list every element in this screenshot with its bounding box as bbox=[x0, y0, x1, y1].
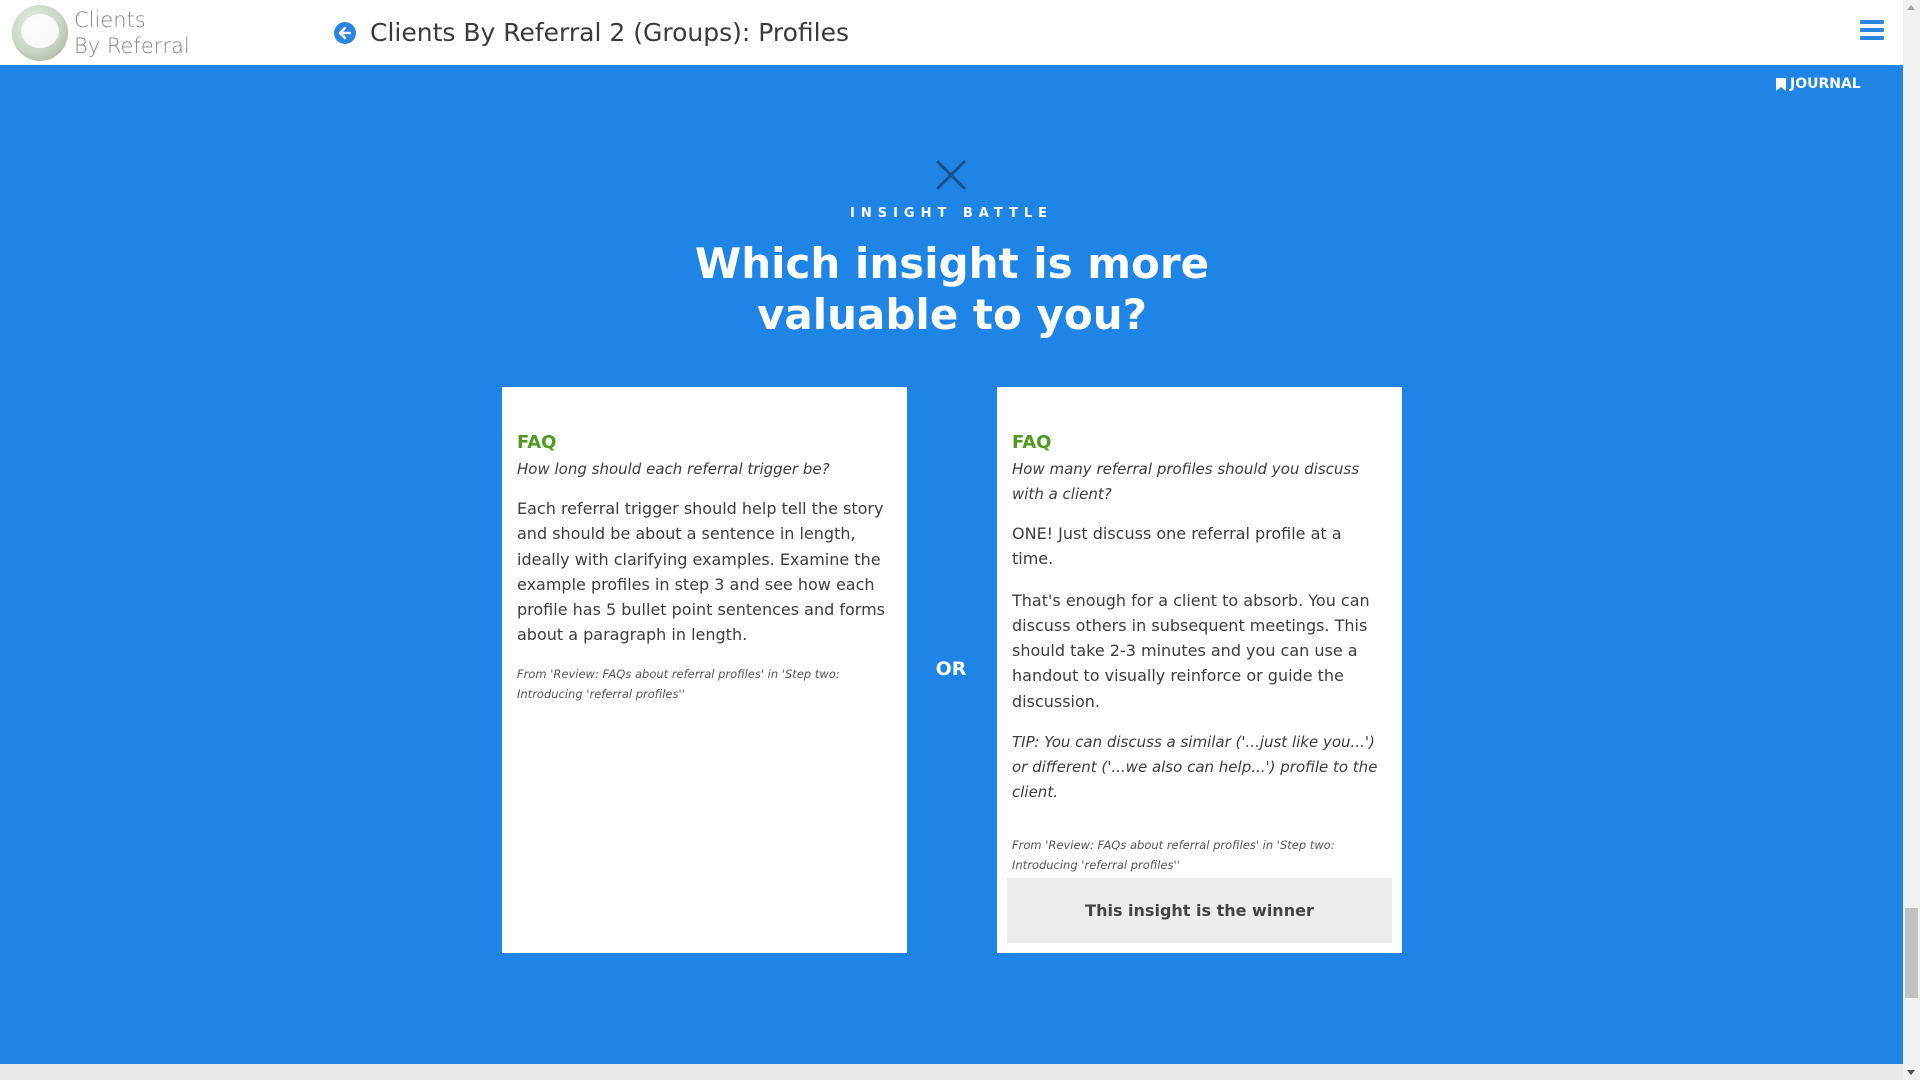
scroll-down-arrow-icon[interactable] bbox=[1907, 1070, 1915, 1075]
brand-name-line1: Clients bbox=[74, 8, 146, 32]
insight-card-right[interactable]: FAQ How many referral profiles should yo… bbox=[997, 387, 1402, 953]
back-button[interactable] bbox=[334, 22, 356, 44]
faq-label: FAQ bbox=[517, 432, 557, 453]
journal-link[interactable]: JOURNAL bbox=[1776, 76, 1861, 92]
brand-logo[interactable]: Clients By Referral bbox=[12, 5, 190, 61]
insight-card-left[interactable]: FAQ How long should each referral trigge… bbox=[502, 387, 907, 953]
top-header: Clients By Referral Clients By Referral … bbox=[0, 0, 1903, 65]
app-viewport: Clients By Referral Clients By Referral … bbox=[0, 0, 1920, 1080]
scroll-up-arrow-icon[interactable] bbox=[1907, 5, 1915, 10]
faq-answer: Each referral trigger should help tell t… bbox=[517, 499, 886, 645]
brand-name: Clients By Referral bbox=[74, 7, 190, 59]
close-button[interactable] bbox=[936, 160, 966, 190]
scroll-thumb[interactable] bbox=[1905, 908, 1918, 998]
close-icon bbox=[936, 160, 966, 190]
arrow-left-circle-icon bbox=[338, 26, 352, 40]
speech-bubble-logo-icon bbox=[12, 5, 68, 61]
footer-strip bbox=[0, 1064, 1903, 1080]
battle-heading: Which insight is more valuable to you? bbox=[694, 239, 1210, 339]
faq-source: From 'Review: FAQs about referral profil… bbox=[517, 666, 840, 701]
hamburger-menu-button[interactable] bbox=[1860, 20, 1884, 42]
winner-button[interactable]: This insight is the winner bbox=[1007, 878, 1392, 943]
brand-name-line2: By Referral bbox=[74, 34, 190, 58]
faq-answer: That's enough for a client to absorb. Yo… bbox=[1012, 590, 1370, 711]
or-divider: OR bbox=[935, 658, 967, 680]
insight-battle-kicker: INSIGHT BATTLE bbox=[849, 206, 1054, 221]
page-scrollbar[interactable] bbox=[1903, 0, 1920, 1080]
page-title: Clients By Referral 2 (Groups): Profiles bbox=[370, 18, 850, 47]
faq-question: How long should each referral trigger be… bbox=[517, 460, 830, 478]
hamburger-icon bbox=[1860, 20, 1884, 24]
journal-label: JOURNAL bbox=[1790, 76, 1861, 92]
faq-answer: ONE! Just discuss one referral profile a… bbox=[1012, 524, 1342, 569]
faq-tip: TIP: You can discuss a similar ('...just… bbox=[1012, 733, 1378, 802]
bookmark-icon bbox=[1776, 77, 1786, 91]
faq-question: How many referral profiles should you di… bbox=[1012, 460, 1360, 503]
faq-label: FAQ bbox=[1012, 432, 1052, 453]
faq-source: From 'Review: FAQs about referral profil… bbox=[1012, 838, 1335, 873]
